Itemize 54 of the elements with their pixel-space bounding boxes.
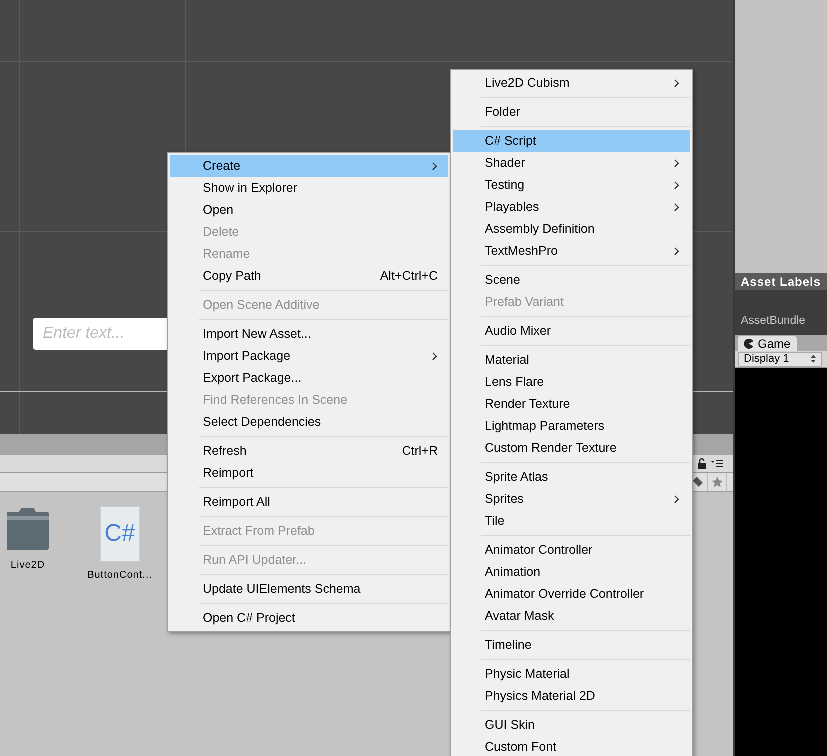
menu-item[interactable]: Refresh Ctrl+R bbox=[170, 440, 448, 462]
menu-item[interactable]: Open C# Project bbox=[170, 607, 448, 629]
pacman-icon bbox=[744, 338, 754, 348]
folder-icon bbox=[7, 506, 49, 552]
menu-item[interactable]: Playables bbox=[453, 196, 690, 218]
menu-item[interactable]: Timeline bbox=[453, 634, 690, 656]
menu-item[interactable]: Lens Flare bbox=[453, 371, 690, 393]
menu-item[interactable]: Shader bbox=[453, 152, 690, 174]
menu-item[interactable]: TextMeshPro bbox=[453, 240, 690, 262]
menu-item[interactable]: Material bbox=[453, 349, 690, 371]
menu-item[interactable]: Testing bbox=[453, 174, 690, 196]
tag-icon bbox=[692, 477, 702, 487]
menu-item[interactable]: C# Script bbox=[453, 130, 690, 152]
menu-item[interactable]: Sprite Atlas bbox=[453, 466, 690, 488]
dropdown-arrows-icon bbox=[811, 355, 816, 363]
menu-item[interactable]: Audio Mixer bbox=[453, 320, 690, 342]
star-icon bbox=[712, 476, 722, 488]
game-tab[interactable]: Game bbox=[738, 336, 797, 351]
menu-item[interactable]: GUI Skin bbox=[453, 714, 690, 736]
menu-item[interactable]: Avatar Mask bbox=[453, 605, 690, 627]
menu-item[interactable]: Lightmap Parameters bbox=[453, 415, 690, 437]
script-file-icon: C# bbox=[100, 506, 140, 562]
menu-item[interactable]: Assembly Definition bbox=[453, 218, 690, 240]
menu-item[interactable]: Reimport All bbox=[170, 491, 448, 513]
menu-item[interactable]: Export Package... bbox=[170, 367, 448, 389]
menu-item[interactable]: Open bbox=[170, 199, 448, 221]
menu-item[interactable]: Custom Font bbox=[453, 736, 690, 756]
menu-item[interactable]: Select Dependencies bbox=[170, 411, 448, 433]
shortcut-label: Ctrl+R bbox=[402, 442, 438, 460]
menu-item[interactable]: Copy Path Alt+Ctrl+C bbox=[170, 265, 448, 287]
menu-item[interactable]: Render Texture bbox=[453, 393, 690, 415]
menu-item[interactable]: Sprites bbox=[453, 488, 690, 510]
menu-item[interactable]: Folder bbox=[453, 101, 690, 123]
menu-item[interactable]: Reimport bbox=[170, 462, 448, 484]
lock-icon[interactable] bbox=[697, 458, 707, 469]
menu-item[interactable]: Physic Material bbox=[453, 663, 690, 685]
menu-item[interactable]: Animator Override Controller bbox=[453, 583, 690, 605]
menu-item[interactable]: Show in Explorer bbox=[170, 177, 448, 199]
menu-item[interactable]: Custom Render Texture bbox=[453, 437, 690, 459]
menu-item[interactable]: Tile bbox=[453, 510, 690, 532]
inspector-header: Asset Labels bbox=[735, 273, 827, 290]
menu-item[interactable]: Animator Controller bbox=[453, 539, 690, 561]
menu-item[interactable]: Live2D Cubism bbox=[453, 72, 690, 94]
menu-item[interactable]: Update UIElements Schema bbox=[170, 578, 448, 600]
menu-icon[interactable] bbox=[711, 460, 723, 468]
menu-item[interactable]: Create bbox=[170, 155, 448, 177]
asset-item[interactable]: Live2D bbox=[0, 506, 68, 756]
menu-item[interactable]: Physics Material 2D bbox=[453, 685, 690, 707]
shortcut-label: Alt+Ctrl+C bbox=[380, 268, 438, 285]
display-dropdown[interactable]: Display 1 bbox=[738, 352, 822, 366]
menu-item[interactable]: Animation bbox=[453, 561, 690, 583]
menu-item[interactable]: Scene bbox=[453, 269, 690, 291]
asset-item[interactable]: C# ButtonCont... bbox=[90, 506, 150, 756]
asset-bundle-panel: AssetBundle bbox=[735, 290, 827, 335]
